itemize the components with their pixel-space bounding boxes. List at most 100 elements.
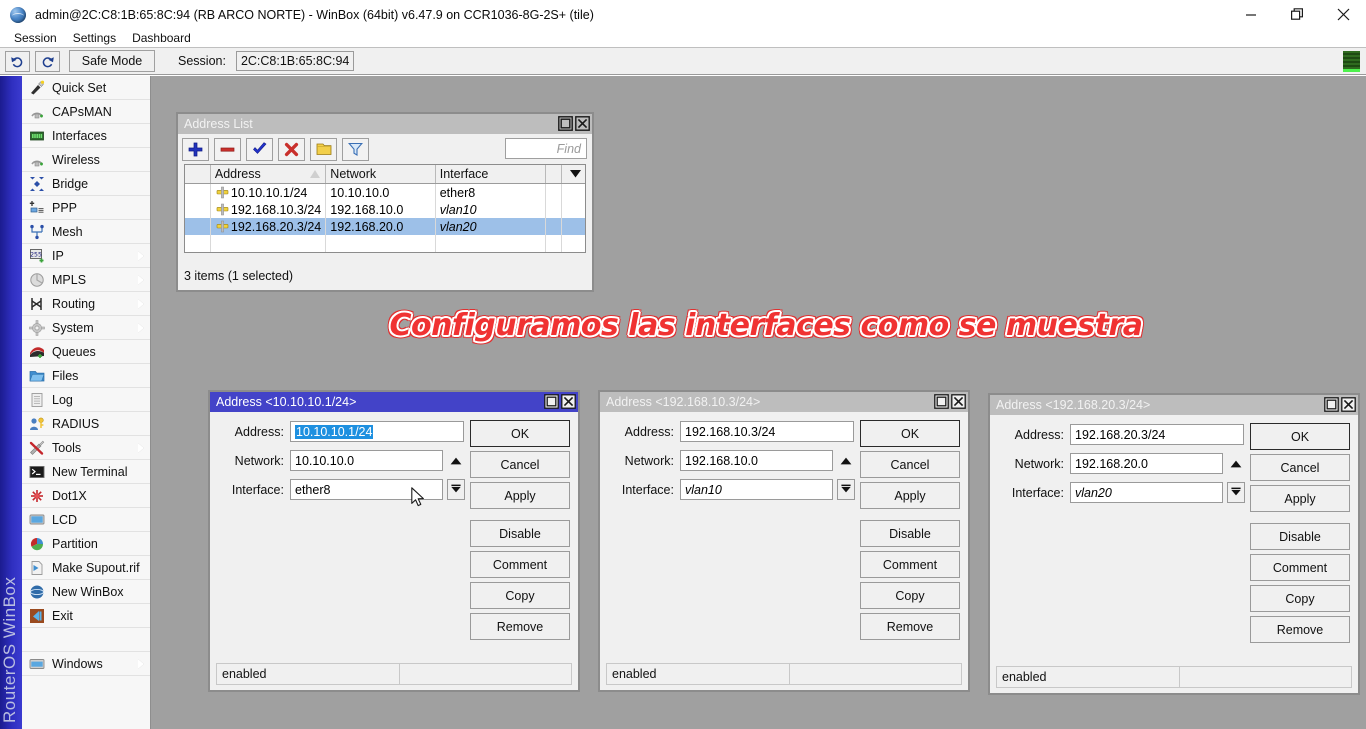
ok-button[interactable]: OK (860, 420, 960, 447)
enable-button[interactable] (246, 138, 273, 161)
sidebar-item-capsman[interactable]: CAPsMAN (22, 100, 150, 124)
remove-button[interactable]: Remove (470, 613, 570, 640)
find-input[interactable]: Find (505, 138, 587, 159)
sidebar-item-new-terminal[interactable]: New Terminal (22, 460, 150, 484)
copy-button[interactable]: Copy (470, 582, 570, 609)
menu-dashboard[interactable]: Dashboard (124, 30, 199, 46)
sidebar-item-dot1x[interactable]: Dot1X (22, 484, 150, 508)
sidebar-item-partition[interactable]: Partition (22, 532, 150, 556)
header-interface[interactable]: Interface (436, 165, 546, 183)
network-input[interactable]: 192.168.10.0 (680, 450, 833, 471)
sidebar-item-bridge[interactable]: Bridge (22, 172, 150, 196)
sidebar-item-lcd[interactable]: LCD (22, 508, 150, 532)
interface-dropdown-icon[interactable] (837, 479, 855, 500)
network-expand-icon[interactable] (447, 450, 465, 471)
disable-button[interactable]: Disable (860, 520, 960, 547)
sidebar-item-routing[interactable]: Routing (22, 292, 150, 316)
header-address[interactable]: Address (211, 165, 326, 183)
header-network[interactable]: Network (326, 165, 435, 183)
sidebar-item-make-supout[interactable]: Make Supout.rif (22, 556, 150, 580)
dialog-title-bar[interactable]: Address <10.10.10.1/24> (210, 392, 578, 412)
apply-button[interactable]: Apply (860, 482, 960, 509)
remove-button[interactable] (214, 138, 241, 161)
table-row[interactable]: 10.10.10.1/24 10.10.10.0 ether8 (185, 184, 585, 201)
cancel-button[interactable]: Cancel (1250, 454, 1350, 481)
filter-button[interactable] (342, 138, 369, 161)
comment-button[interactable]: Comment (860, 551, 960, 578)
cancel-button[interactable]: Cancel (470, 451, 570, 478)
network-expand-icon[interactable] (1227, 453, 1245, 474)
sidebar-item-wireless[interactable]: Wireless (22, 148, 150, 172)
sidebar-item-log[interactable]: Log (22, 388, 150, 412)
sidebar-item-tools[interactable]: Tools (22, 436, 150, 460)
remove-button[interactable]: Remove (1250, 616, 1350, 643)
copy-button[interactable]: Copy (1250, 585, 1350, 612)
sidebar-item-quick-set[interactable]: Quick Set (22, 76, 150, 100)
menu-settings[interactable]: Settings (65, 30, 124, 46)
interface-label: Interface: (216, 483, 284, 497)
safe-mode-button[interactable]: Safe Mode (69, 50, 155, 72)
redo-icon[interactable] (35, 51, 60, 72)
interface-dropdown-icon[interactable] (1227, 482, 1245, 503)
comment-button[interactable] (310, 138, 337, 161)
disable-button[interactable]: Disable (470, 520, 570, 547)
network-input[interactable]: 10.10.10.0 (290, 450, 443, 471)
sidebar-item-interfaces[interactable]: Interfaces (22, 124, 150, 148)
interface-input[interactable]: ether8 (290, 479, 443, 500)
network-input[interactable]: 192.168.20.0 (1070, 453, 1223, 474)
sidebar-item-mpls[interactable]: MPLS (22, 268, 150, 292)
sidebar-item-queues[interactable]: Queues (22, 340, 150, 364)
sidebar-item-mesh[interactable]: Mesh (22, 220, 150, 244)
disable-button[interactable] (278, 138, 305, 161)
main-menu-sidebar: Quick Set CAPsMAN Interfa (22, 76, 151, 729)
session-value[interactable]: 2C:C8:1B:65:8C:94 (236, 51, 354, 71)
column-chooser-button[interactable] (562, 165, 585, 183)
apply-button[interactable]: Apply (470, 482, 570, 509)
close-icon[interactable] (950, 393, 967, 410)
address-list-title-bar[interactable]: Address List (178, 114, 592, 134)
restore-icon[interactable] (1323, 396, 1340, 413)
restore-icon[interactable] (933, 393, 950, 410)
sidebar-item-windows[interactable]: Windows (22, 652, 150, 676)
cancel-button[interactable]: Cancel (860, 451, 960, 478)
sidebar-item-files[interactable]: Files (22, 364, 150, 388)
table-row[interactable]: 192.168.10.3/24 192.168.10.0 vlan10 (185, 201, 585, 218)
dialog-title-bar[interactable]: Address <192.168.10.3/24> (600, 392, 968, 412)
close-icon[interactable] (560, 393, 577, 410)
undo-icon[interactable] (5, 51, 30, 72)
sidebar-item-radius[interactable]: RADIUS (22, 412, 150, 436)
interface-input[interactable]: vlan20 (1070, 482, 1223, 503)
address-list-status: 3 items (1 selected) (184, 266, 586, 285)
sidebar-item-label: Interfaces (52, 129, 107, 143)
address-input[interactable]: 10.10.10.1/24 (290, 421, 464, 442)
menu-session[interactable]: Session (6, 30, 65, 46)
restore-icon[interactable] (1274, 0, 1320, 29)
restore-icon[interactable] (557, 115, 574, 132)
sidebar-item-new-winbox[interactable]: New WinBox (22, 580, 150, 604)
close-icon[interactable] (574, 115, 591, 132)
address-input[interactable]: 192.168.20.3/24 (1070, 424, 1244, 445)
minimize-icon[interactable] (1228, 0, 1274, 29)
ok-button[interactable]: OK (470, 420, 570, 447)
comment-button[interactable]: Comment (1250, 554, 1350, 581)
close-icon[interactable] (1340, 396, 1357, 413)
disable-button[interactable]: Disable (1250, 523, 1350, 550)
table-row[interactable]: 192.168.20.3/24 192.168.20.0 vlan20 (185, 218, 585, 235)
apply-button[interactable]: Apply (1250, 485, 1350, 512)
sidebar-item-ppp[interactable]: PPP (22, 196, 150, 220)
close-icon[interactable] (1320, 0, 1366, 29)
network-expand-icon[interactable] (837, 450, 855, 471)
dialog-title-bar[interactable]: Address <192.168.20.3/24> (990, 395, 1358, 415)
ok-button[interactable]: OK (1250, 423, 1350, 450)
copy-button[interactable]: Copy (860, 582, 960, 609)
sidebar-item-system[interactable]: System (22, 316, 150, 340)
address-input[interactable]: 192.168.10.3/24 (680, 421, 854, 442)
remove-button[interactable]: Remove (860, 613, 960, 640)
interface-dropdown-icon[interactable] (447, 479, 465, 500)
interface-input[interactable]: vlan10 (680, 479, 833, 500)
comment-button[interactable]: Comment (470, 551, 570, 578)
sidebar-item-ip[interactable]: 255 IP (22, 244, 150, 268)
sidebar-item-exit[interactable]: Exit (22, 604, 150, 628)
restore-icon[interactable] (543, 393, 560, 410)
add-button[interactable] (182, 138, 209, 161)
